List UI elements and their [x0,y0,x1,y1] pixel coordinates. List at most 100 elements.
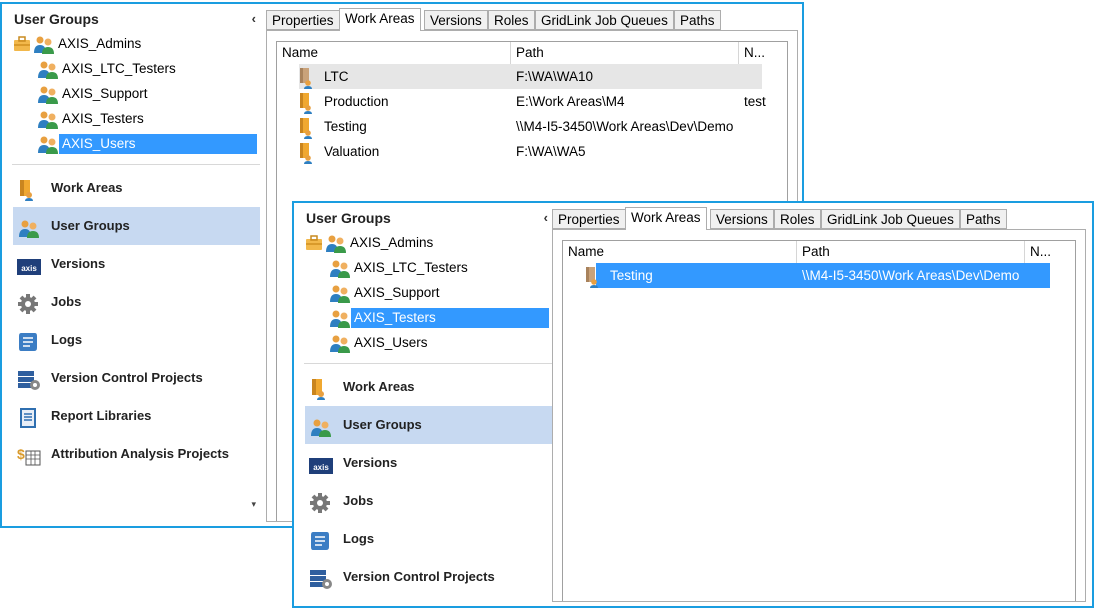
nav-item-logs[interactable]: Logs [305,520,552,558]
scroll-icon [17,330,39,351]
divider [304,363,552,364]
column-header-n[interactable]: N... [1025,241,1059,263]
pane-header: User Groups ‹ [302,207,554,229]
tab-roles[interactable]: Roles [488,10,535,30]
tree-item-axis-support[interactable]: AXIS_Support [302,280,554,305]
nav-item-label: Version Control Projects [51,370,203,385]
left-pane: User Groups ‹ AXIS_Admins AXIS_LTC_Teste… [302,207,554,602]
nav-item-logs[interactable]: Logs [13,321,260,359]
work-area-icon [297,67,315,89]
nav-item-report-libraries[interactable]: Report Libraries [13,397,260,435]
axis-logo-icon: axis [17,254,41,275]
user-group-icon [36,110,58,129]
work-area-icon [297,142,315,164]
right-pane: Properties Work Areas Versions Roles Gri… [552,207,1086,602]
tree-item-label: AXIS_Testers [62,111,144,126]
gear-icon [17,292,39,314]
nav-item-attribution-analysis-projects[interactable]: $ Attribution Analysis Projects [13,435,260,473]
tab-gridlink-job-queues[interactable]: GridLink Job Queues [821,209,960,229]
column-header-n[interactable]: N... [739,42,773,64]
tree-item-label: AXIS_Testers [351,308,549,328]
tree-item-axis-testers[interactable]: AXIS_Testers [302,305,554,330]
cell-path: F:\WA\WA10 [516,69,594,84]
user-group-icon [328,259,350,278]
column-header-path[interactable]: Path [511,42,739,64]
table-row[interactable]: Valuation F:\WA\WA5 [277,139,787,164]
tab-strip: Properties Work Areas Versions Roles Gri… [552,207,1086,230]
tree-item-axis-support[interactable]: AXIS_Support [10,81,262,106]
nav-item-label: Logs [51,332,83,347]
tree-item-axis-admins[interactable]: AXIS_Admins [302,230,554,255]
nav-item-label: Jobs [343,493,374,508]
tree-item-axis-ltc-testers[interactable]: AXIS_LTC_Testers [10,56,262,81]
cell-path: E:\Work Areas\M4 [516,94,625,109]
nav-item-versions[interactable]: axis Versions [13,245,260,283]
tree-item-axis-testers[interactable]: AXIS_Testers [10,106,262,131]
nav-item-work-areas[interactable]: Work Areas [305,368,552,406]
tree-item-axis-users[interactable]: AXIS_Users [302,330,554,355]
cell-name: Valuation [324,144,380,159]
nav-item-label: Logs [343,531,375,546]
tree-item-label: AXIS_LTC_Testers [354,260,468,275]
tree-item-label: AXIS_Admins [350,235,434,250]
book-icon [17,406,39,428]
svg-text:$: $ [17,446,25,462]
tab-paths[interactable]: Paths [674,10,721,30]
tab-properties[interactable]: Properties [552,209,626,229]
user-group-icon [36,85,58,104]
server-icon [309,567,332,589]
tab-gridlink-job-queues[interactable]: GridLink Job Queues [535,10,674,30]
column-header-path[interactable]: Path [797,241,1025,263]
table-row[interactable]: Testing \\M4-I5-3450\Work Areas\Dev\Demo [563,263,1075,288]
tab-content: Name Path N... Testing \\M4-I5-3450\Work… [552,229,1086,602]
tab-work-areas[interactable]: Work Areas [339,8,421,31]
user-group-icon [328,334,350,353]
divider [12,164,260,165]
window-front: User Groups ‹ AXIS_Admins AXIS_LTC_Teste… [292,201,1094,608]
cell-name: Testing [610,268,653,283]
axis-logo-text: axis [21,264,37,273]
nav-item-user-groups[interactable]: User Groups [305,406,552,444]
nav-item-version-control-projects[interactable]: Version Control Projects [305,558,552,596]
nav-item-label: Work Areas [51,180,123,195]
nav-item-label: Versions [343,455,398,470]
tree-item-label: AXIS_Support [62,86,148,101]
axis-logo-icon: axis [309,453,333,474]
nav-item-jobs[interactable]: Jobs [305,482,552,520]
cell-name: Testing [324,119,367,134]
table-row[interactable]: Testing \\M4-I5-3450\Work Areas\Dev\Demo [277,114,787,139]
left-pane: User Groups ‹ AXIS_Admins AXIS_LTC_Teste… [10,8,262,522]
scroll-down-button[interactable]: ▾ [251,499,256,510]
nav-item-label: User Groups [51,218,130,233]
tab-properties[interactable]: Properties [266,10,340,30]
admin-group-icon [324,234,346,253]
column-header-name[interactable]: Name [277,42,511,64]
nav-item-user-groups[interactable]: User Groups [13,207,260,245]
table-row[interactable]: LTC F:\WA\WA10 [277,64,787,89]
cell-path: F:\WA\WA5 [516,144,586,159]
tree-item-label: AXIS_Admins [58,36,142,51]
nav-list: Work Areas User Groups axis Versions Job… [10,169,262,473]
table-row[interactable]: Production E:\Work Areas\M4 test [277,89,787,114]
grid-header: Name Path N... [563,241,1075,263]
tab-roles[interactable]: Roles [774,209,821,229]
axis-logo-text: axis [313,463,329,472]
nav-item-work-areas[interactable]: Work Areas [13,169,260,207]
column-header-name[interactable]: Name [563,241,797,263]
tab-work-areas[interactable]: Work Areas [625,207,707,230]
nav-item-jobs[interactable]: Jobs [13,283,260,321]
nav-item-label: Work Areas [343,379,415,394]
collapse-pane-button[interactable]: ‹ [544,207,548,229]
tree-item-axis-users[interactable]: AXIS_Users [10,131,262,156]
nav-item-version-control-projects[interactable]: Version Control Projects [13,359,260,397]
collapse-pane-button[interactable]: ‹ [252,8,256,30]
nav-item-label: User Groups [343,417,422,432]
gear-icon [309,491,331,513]
tab-versions[interactable]: Versions [710,209,774,229]
tab-versions[interactable]: Versions [424,10,488,30]
tab-paths[interactable]: Paths [960,209,1007,229]
tree-item-axis-admins[interactable]: AXIS_Admins [10,31,262,56]
pane-header: User Groups ‹ [10,8,262,30]
nav-item-versions[interactable]: axis Versions [305,444,552,482]
tree-item-axis-ltc-testers[interactable]: AXIS_LTC_Testers [302,255,554,280]
